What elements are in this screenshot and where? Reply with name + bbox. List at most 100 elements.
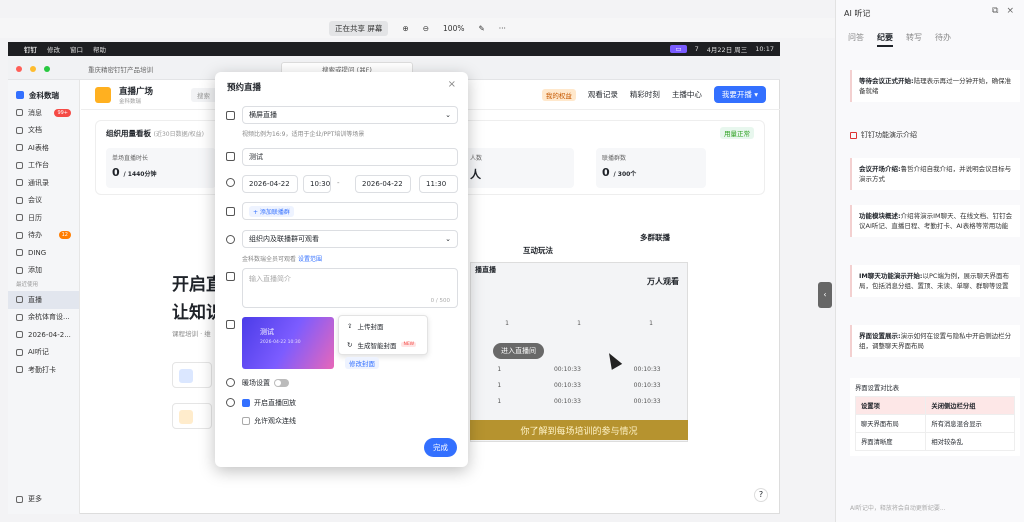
description-input[interactable]: 输入直播简介 [242, 268, 458, 308]
add-cohost-button[interactable]: + 添加联播群 [249, 205, 294, 217]
sidebar-item-contacts[interactable]: 通讯录 [8, 174, 79, 192]
tab-transcript[interactable]: 转写 [906, 32, 922, 47]
sidebar-item-todo[interactable]: 待办 12 [8, 227, 79, 245]
panel-title: AI 听记 [844, 9, 871, 18]
start-time-input[interactable]: 10:30 [303, 175, 331, 193]
close-icon[interactable]: × [448, 79, 456, 90]
warmup-toggle[interactable] [274, 379, 289, 387]
done-button[interactable]: 完成 [424, 438, 457, 457]
ai-notes-icon [16, 348, 23, 356]
mic-label: 允许观众连线 [254, 417, 296, 425]
cover-image[interactable]: 测试 2026-04-22 10:30 [242, 317, 334, 369]
zoom-out-icon[interactable]: ⊖ [423, 24, 429, 33]
sidebar-item-docs[interactable]: 文档 [8, 122, 79, 140]
tab-qa[interactable]: 问答 [848, 32, 864, 47]
grid-icon [16, 161, 23, 169]
summary-note: 等待会议正式开始:陆理表示再过一分钟开始，确保准备就绪 [850, 70, 1020, 102]
more-icon [16, 495, 23, 503]
menu-upload-cover[interactable]: ⇪ 上传封面 [339, 316, 427, 335]
panel-input-hint[interactable]: AI听记中，释放将会自动更新纪要... [850, 503, 946, 512]
stat-groups: 联播群数 0 / 300个 [596, 148, 706, 188]
screen-share-icon[interactable]: ▭ [670, 45, 687, 53]
recent-item-label: AI听记 [28, 348, 49, 357]
table-row: 界面清晰度 相对较杂乱 [854, 432, 1015, 451]
sidebar-item-calendar[interactable]: 日历 [8, 209, 79, 227]
end-time-input[interactable]: 11:30 [419, 175, 458, 193]
calendar-icon [16, 214, 23, 222]
warmup-setting: 暖场设置 [242, 378, 289, 388]
section-title: 钉钉功能演示介绍 [861, 131, 917, 139]
row-num: 1 [577, 319, 581, 327]
sidebar-item-label: DING [28, 248, 47, 257]
stat-value: 人 [470, 168, 481, 181]
recent-item-sports[interactable]: 余杭体育设... [8, 309, 79, 327]
tab-summary[interactable]: 纪要 [877, 32, 893, 47]
recent-item-live[interactable]: 直播 [8, 291, 79, 309]
table-cell: 关闭侧边栏分组 [925, 396, 1015, 415]
row-time: 00:10:33 [553, 381, 581, 389]
quick-card-reserve[interactable] [172, 362, 212, 388]
minimize-dot[interactable] [30, 65, 36, 72]
stat-duration: 单场直播时长 0 / 1440分钟 [106, 148, 216, 188]
menu-window[interactable]: 窗口 [70, 44, 83, 54]
start-live-button[interactable]: 我要开播 ▾ [713, 86, 766, 103]
live-title-input[interactable]: 测试 [242, 148, 458, 166]
eye-icon [226, 235, 235, 244]
nav-highlights[interactable]: 精彩时刻 [630, 89, 660, 100]
close-icon[interactable]: × [1006, 6, 1014, 16]
menubar-app[interactable]: 钉钉 [24, 44, 37, 54]
recent-item-label: 考勤打卡 [28, 365, 56, 374]
row-num: 1 [649, 319, 653, 327]
sidebar-item-ai-table[interactable]: AI表格 [8, 139, 79, 157]
sidebar-more[interactable]: 更多 [8, 491, 42, 509]
zoom-dot[interactable] [44, 65, 50, 72]
sidebar-item-ding[interactable]: DING [8, 244, 79, 262]
nav-watch-history[interactable]: 观看记录 [588, 89, 618, 100]
recent-item-ai-notes[interactable]: AI听记 [8, 344, 79, 362]
zoom-in-icon[interactable]: ⊕ [402, 24, 408, 33]
popout-icon[interactable]: ⧉ [992, 6, 998, 16]
menu-ai-cover[interactable]: ↻ 生成智能封面 NEW [339, 335, 427, 354]
menu-help[interactable]: 帮助 [93, 44, 106, 54]
replay-checkbox[interactable] [242, 399, 250, 407]
modify-cover-button[interactable]: 修改封面 [345, 357, 379, 369]
collapse-panel-button[interactable]: ‹ [818, 282, 832, 308]
end-date-input[interactable]: 2026-04-22 [355, 175, 411, 193]
recent-item-date[interactable]: 2026-04-2... [8, 326, 79, 344]
nav-host-center[interactable]: 主播中心 [672, 89, 702, 100]
mic-option: 允许观众连线 [242, 416, 296, 426]
attendance-icon [16, 366, 23, 374]
sidebar-item-add[interactable]: 添加 [8, 262, 79, 280]
mic-checkbox[interactable] [242, 417, 250, 425]
monitor-icon [850, 131, 857, 139]
pen-icon[interactable]: ✎ [478, 24, 484, 33]
team-switcher[interactable]: 金科数瑞 [8, 86, 79, 104]
my-rights-badge[interactable]: 我的权益 [541, 88, 576, 101]
menubar-time: 10:17 [755, 45, 774, 53]
video-icon [16, 196, 23, 204]
more-icon[interactable]: ··· [499, 24, 506, 33]
set-range-link[interactable]: 设置范围 [298, 256, 322, 263]
zoom-level[interactable]: 100% [443, 24, 464, 33]
recent-item-label: 余杭体育设... [28, 313, 70, 322]
sidebar-item-messages[interactable]: 消息 99+ [8, 104, 79, 122]
unread-badge: 99+ [54, 108, 71, 117]
compare-table: 界面设置对比表 设置项 关闭侧边栏分组 聊天界面布局 所有消息混合显示 界面清晰度相… [850, 378, 1020, 456]
start-date-input[interactable]: 2026-04-22 [242, 175, 298, 193]
table-cell: 聊天界面布局 [854, 414, 927, 433]
quick-card-instant[interactable] [172, 403, 212, 429]
close-dot[interactable] [16, 65, 22, 72]
visibility-select[interactable]: 组织内及联播群可观看 ⌄ [242, 230, 458, 248]
gear-icon [226, 398, 235, 407]
enter-live-button[interactable]: 进入直播间 [493, 343, 544, 359]
recent-item-attendance[interactable]: 考勤打卡 [8, 361, 79, 379]
page-title: 直播广场 [119, 86, 154, 97]
tab-todo[interactable]: 待办 [935, 32, 951, 47]
description-icon [226, 272, 235, 281]
menu-edit[interactable]: 修改 [47, 44, 60, 54]
help-icon[interactable]: ? [754, 488, 768, 502]
live-mode-select[interactable]: 横屏直播 ⌄ [242, 106, 458, 124]
sidebar-item-workbench[interactable]: 工作台 [8, 157, 79, 175]
table-icon [16, 144, 23, 152]
sidebar-item-meeting[interactable]: 会议 [8, 192, 79, 210]
